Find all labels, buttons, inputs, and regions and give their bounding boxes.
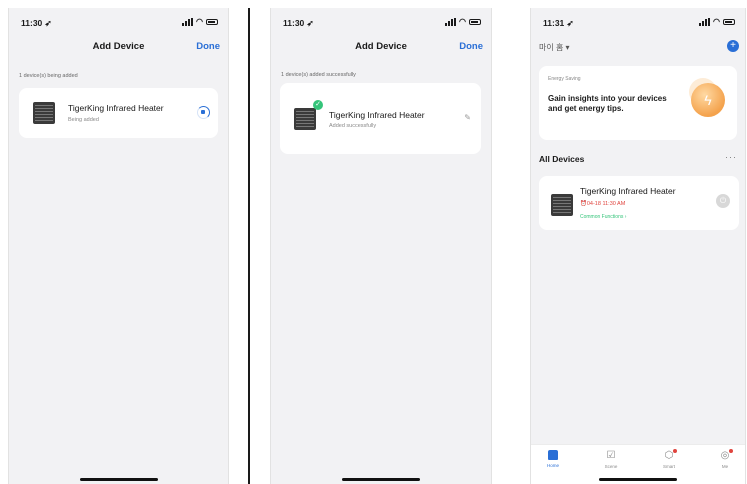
home-indicator — [599, 478, 677, 481]
wifi-icon: ◠ — [459, 17, 466, 26]
spinner-icon — [197, 106, 210, 119]
location-arrow-icon: ➶ — [44, 18, 52, 28]
signal-icon — [699, 18, 711, 26]
screen-home: 11:31 ➶ ◠ 마이 홈 ▾ + Energy Saving Gain in… — [530, 8, 746, 484]
screen-divider — [248, 8, 250, 484]
energy-saving-card[interactable]: Energy Saving Gain insights into your de… — [539, 66, 737, 140]
all-devices-heading: All Devices — [539, 154, 585, 164]
tab-smart[interactable]: ⬡ Smart — [649, 449, 689, 469]
energy-orb: ϟ — [691, 83, 725, 117]
status-bar: 11:31 ➶ ◠ — [543, 18, 735, 30]
status-bar: 11:30 ➶ ◠ — [21, 18, 218, 30]
tab-label: Me — [721, 464, 729, 469]
heater-device-icon — [294, 108, 316, 130]
nav-bar: Add Device Done — [9, 41, 228, 57]
home-selector[interactable]: 마이 홈 ▾ — [539, 42, 570, 53]
device-card[interactable]: ✓ TigerKing Infrared Heater Added succes… — [280, 83, 481, 154]
adding-caption: 1 device(s) being added — [19, 73, 78, 79]
battery-icon — [723, 19, 735, 25]
status-time: 11:30 — [283, 18, 305, 28]
pencil-icon[interactable]: ✎ — [464, 113, 471, 122]
home-indicator — [342, 478, 420, 481]
more-icon[interactable]: ··· — [725, 152, 737, 162]
tab-me[interactable]: ◎ Me — [705, 449, 745, 469]
page-title: Add Device — [355, 41, 407, 52]
page-title: Add Device — [92, 41, 145, 52]
battery-icon — [206, 19, 218, 25]
wifi-icon: ◠ — [196, 17, 203, 26]
tab-label: Smart — [662, 464, 675, 469]
done-button[interactable]: Done — [196, 41, 220, 52]
energy-message: Gain insights into your devices and get … — [548, 94, 667, 113]
home-icon — [548, 450, 558, 460]
power-icon[interactable]: ⏻ — [716, 194, 730, 208]
notification-dot — [729, 449, 733, 453]
device-name: TigerKing Infrared Heater — [580, 186, 676, 196]
device-name: TigerKing Infrared Heater — [68, 103, 164, 113]
device-card[interactable]: TigerKing Infrared Heater Being added — [19, 88, 218, 138]
screen-added: 11:30 ➶ ◠ Add Device Done 1 device(s) ad… — [270, 8, 492, 484]
bolt-icon: ϟ — [704, 92, 712, 108]
screen-adding: 11:30 ➶ ◠ Add Device Done 1 device(s) be… — [8, 8, 229, 484]
status-time: 11:31 — [543, 18, 565, 28]
device-name: TigerKing Infrared Heater — [329, 110, 425, 120]
tab-label: Scene — [604, 464, 618, 469]
nav-bar: Add Device Done — [271, 41, 491, 57]
home-indicator — [79, 478, 158, 481]
common-functions-link[interactable]: Common Functions › — [580, 214, 626, 220]
done-button[interactable]: Done — [459, 41, 483, 52]
device-status: Added successfully — [329, 123, 377, 129]
status-bar: 11:30 ➶ ◠ — [283, 18, 481, 30]
check-icon: ✓ — [313, 100, 323, 110]
signal-icon — [182, 18, 194, 26]
plus-icon[interactable]: + — [727, 40, 739, 52]
device-card[interactable]: TigerKing Infrared Heater ⏰04-18 11:30 A… — [539, 176, 739, 230]
device-alarm-time: 04-18 11:30 AM — [586, 201, 626, 207]
heater-device-icon — [33, 102, 55, 124]
added-caption: 1 device(s) added successfully — [281, 72, 356, 78]
wifi-icon: ◠ — [713, 17, 720, 26]
energy-tag: Energy Saving — [548, 76, 581, 82]
battery-icon — [469, 19, 481, 25]
signal-icon — [445, 18, 457, 26]
tab-scene[interactable]: ☑ Scene — [591, 450, 631, 469]
tab-label: Home — [546, 463, 559, 468]
heater-device-icon — [551, 194, 573, 216]
location-arrow-icon: ➶ — [566, 18, 574, 28]
tab-home[interactable]: Home — [533, 450, 573, 468]
notification-dot — [673, 449, 677, 453]
scene-icon: ☑ — [606, 450, 616, 461]
status-time: 11:30 — [21, 18, 43, 28]
device-status: Being added — [68, 117, 99, 123]
alarm-icon: ⏰ — [580, 201, 587, 207]
location-arrow-icon: ➶ — [306, 18, 314, 28]
